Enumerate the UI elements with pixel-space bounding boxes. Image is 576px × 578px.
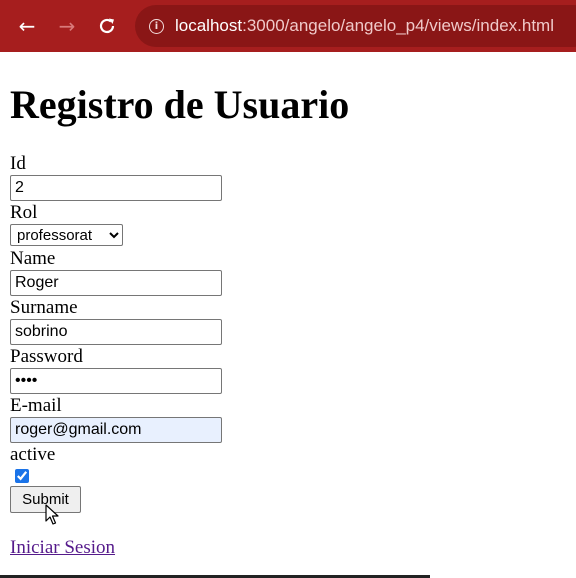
id-label: Id xyxy=(10,153,26,174)
password-input[interactable] xyxy=(10,368,222,394)
name-input[interactable] xyxy=(10,270,222,296)
reload-icon[interactable] xyxy=(91,10,123,42)
info-icon[interactable]: i xyxy=(149,18,164,34)
page-content: Registro de Usuario Id Rol professorat N… xyxy=(10,52,570,559)
active-checkbox[interactable] xyxy=(15,469,29,483)
address-bar[interactable]: i localhost:3000/angelo/angelo_p4/views/… xyxy=(135,5,576,47)
forward-arrow-icon[interactable]: → xyxy=(51,10,83,42)
active-label: active xyxy=(10,444,56,465)
url-text: localhost:3000/angelo/angelo_p4/views/in… xyxy=(175,16,554,35)
page-title: Registro de Usuario xyxy=(10,82,350,127)
email-label: E-mail xyxy=(10,395,62,416)
rol-label: Rol xyxy=(10,202,38,223)
login-link[interactable]: Iniciar Sesion xyxy=(10,537,115,559)
surname-label: Surname xyxy=(10,297,78,318)
email-input[interactable] xyxy=(10,417,222,443)
surname-input[interactable] xyxy=(10,319,222,345)
back-arrow-icon[interactable]: ← xyxy=(11,10,43,42)
id-input[interactable] xyxy=(10,175,222,201)
mouse-cursor-icon xyxy=(45,504,59,525)
rol-select[interactable]: professorat xyxy=(10,224,123,246)
browser-toolbar: ← → i localhost:3000/angelo/angelo_p4/vi… xyxy=(0,0,576,52)
registration-form: Id Rol professorat Name Surname Password… xyxy=(10,153,570,513)
name-label: Name xyxy=(10,248,56,269)
password-label: Password xyxy=(10,346,83,367)
